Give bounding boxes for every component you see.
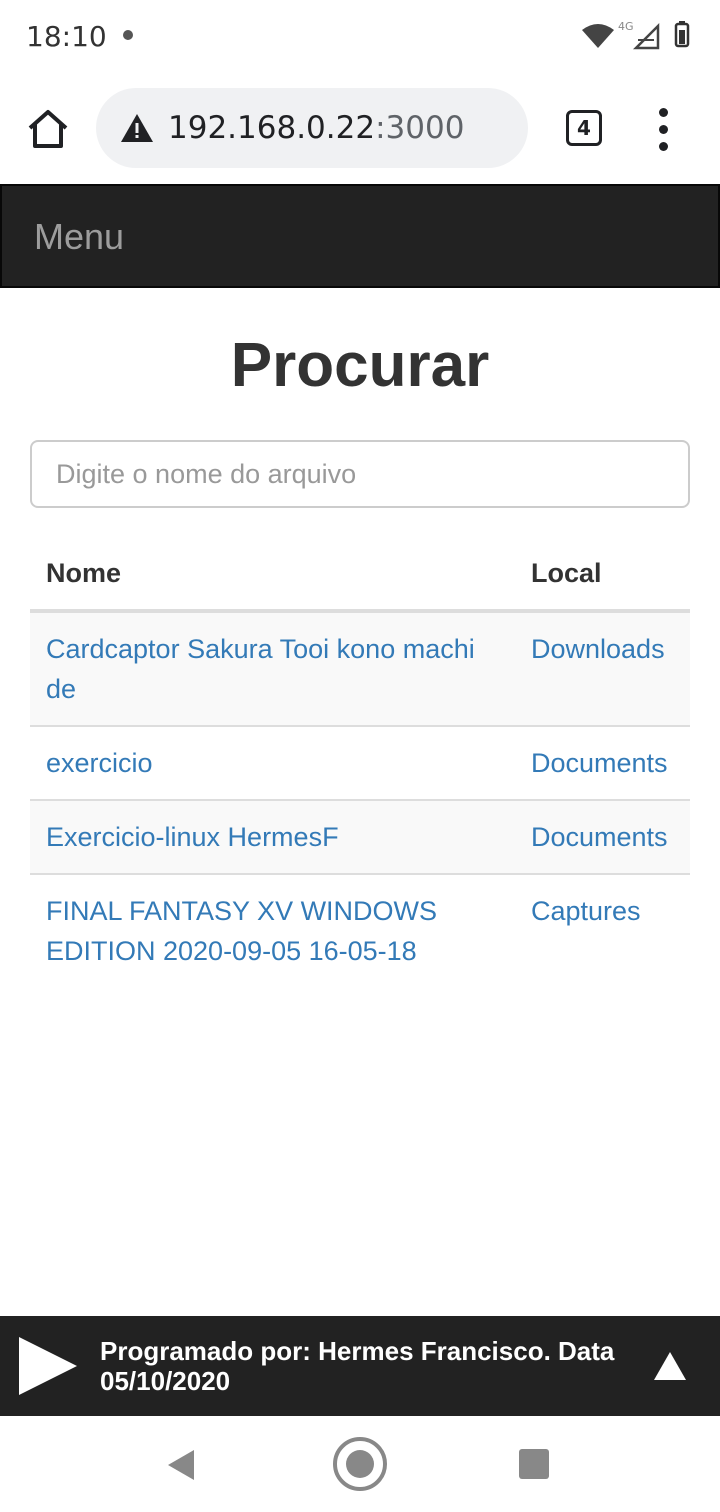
file-link[interactable]: FINAL FANTASY XV WINDOWS EDITION 2020-09…: [46, 896, 437, 966]
play-icon[interactable]: [16, 1334, 80, 1398]
file-link[interactable]: exercicio: [46, 748, 153, 778]
page-title: Procurar: [230, 331, 490, 400]
cell-signal-icon: [632, 22, 660, 50]
notification-dot-icon: [123, 30, 133, 40]
table-row: Exercicio-linux HermesF Documents: [30, 799, 690, 874]
table-row: Cardcaptor Sakura Tooi kono machi de Dow…: [30, 611, 690, 726]
file-location-cell: Documents: [515, 725, 690, 800]
table-row: exercicio Documents: [30, 725, 690, 800]
file-location-cell: Downloads: [515, 611, 690, 726]
file-name-cell: exercicio: [30, 725, 515, 800]
address-bar[interactable]: 192.168.0.22:3000: [96, 88, 528, 168]
home-circle-icon[interactable]: [332, 1436, 388, 1492]
table-header-row: Nome Local: [30, 536, 690, 613]
file-location-cell: Documents: [515, 799, 690, 874]
location-link[interactable]: Captures: [531, 896, 641, 926]
status-bar: 18:10 4G: [0, 0, 720, 72]
url-text[interactable]: 192.168.0.22:3000: [168, 110, 464, 146]
file-link[interactable]: Exercicio-linux HermesF: [46, 822, 339, 852]
table-row: FINAL FANTASY XV WINDOWS EDITION 2020-09…: [30, 873, 690, 987]
file-name-cell: FINAL FANTASY XV WINDOWS EDITION 2020-09…: [30, 873, 515, 987]
search-input[interactable]: [30, 440, 690, 508]
location-link[interactable]: Documents: [531, 748, 668, 778]
location-link[interactable]: Downloads: [531, 634, 665, 664]
file-link[interactable]: Cardcaptor Sakura Tooi kono machi de: [46, 634, 475, 704]
system-nav-bar: [0, 1416, 720, 1512]
url-port: :3000: [375, 110, 465, 146]
header-local: Local: [515, 536, 690, 613]
recents-icon[interactable]: [519, 1449, 549, 1479]
file-name-cell: Exercicio-linux HermesF: [30, 799, 515, 874]
footer-credits: Programado por: Hermes Francisco. Data 0…: [100, 1336, 615, 1396]
status-time: 18:10: [26, 20, 107, 53]
network-type-label: 4G: [618, 20, 634, 33]
page-footer: Programado por: Hermes Francisco. Data 0…: [0, 1316, 720, 1416]
more-vert-icon[interactable]: [652, 108, 676, 152]
file-name-cell: Cardcaptor Sakura Tooi kono machi de: [30, 611, 515, 726]
home-icon[interactable]: [24, 106, 72, 154]
scroll-up-icon[interactable]: [652, 1348, 688, 1384]
tabs-icon[interactable]: 4: [566, 110, 602, 146]
status-icons: 4G: [582, 20, 690, 50]
location-link[interactable]: Documents: [531, 822, 668, 852]
wifi-icon: [582, 24, 614, 48]
results-table: Nome Local Cardcaptor Sakura Tooi kono m…: [30, 536, 690, 987]
file-location-cell: Captures: [515, 873, 690, 987]
site-navbar: Menu: [0, 184, 720, 288]
url-host: 192.168.0.22: [168, 110, 376, 146]
back-icon[interactable]: [164, 1448, 198, 1482]
header-nome: Nome: [30, 536, 515, 613]
menu-toggle[interactable]: Menu: [34, 216, 124, 258]
warning-icon[interactable]: [120, 112, 154, 144]
browser-toolbar: 192.168.0.22:3000 4: [0, 72, 720, 184]
